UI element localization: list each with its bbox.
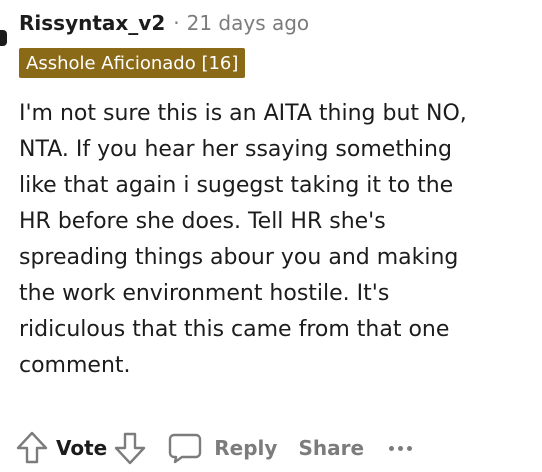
comment-body-line: spreading things abour you and making: [19, 245, 459, 270]
reply-label: Reply: [214, 436, 278, 460]
comment-body-line: NTA. If you hear her ssaying something: [19, 137, 452, 162]
arrow-up-icon[interactable]: [16, 431, 48, 465]
arrow-down-icon[interactable]: [114, 431, 146, 465]
comment-body-line: comment.: [19, 353, 131, 378]
username-link[interactable]: Rissyntax_v2: [19, 11, 165, 35]
timestamp[interactable]: 21 days ago: [187, 11, 310, 35]
comment-body: I'm not sure this is an AITA thing but N…: [19, 96, 529, 384]
thread-line[interactable]: [0, 30, 7, 46]
separator-dot: ·: [173, 11, 180, 35]
comment-actions: Vote Reply Share: [16, 424, 413, 472]
more-dots-icon: [407, 445, 413, 451]
vote-count: Vote: [56, 436, 108, 460]
more-dots-icon: [398, 445, 404, 451]
comment-body-line: the work environment hostile. It's: [19, 281, 390, 306]
comment: Rissyntax_v2 · 21 days ago Asshole Afici…: [0, 0, 542, 472]
share-button[interactable]: Share: [298, 436, 364, 460]
comment-header: Rissyntax_v2 · 21 days ago: [19, 8, 309, 38]
comment-body-line: ridiculous that this came from that one: [19, 317, 450, 342]
speech-bubble-icon: [168, 432, 202, 464]
comment-body-line: HR before she does. Tell HR she's: [19, 209, 386, 234]
more-dots-icon: [389, 445, 395, 451]
comment-body-line: like that again i sugegst taking it to t…: [19, 173, 454, 198]
user-flair: Asshole Aficionado [16]: [19, 48, 246, 78]
comment-body-line: I'm not sure this is an AITA thing but N…: [19, 101, 467, 126]
reply-button[interactable]: Reply: [168, 432, 277, 464]
more-options-button[interactable]: [389, 445, 413, 451]
